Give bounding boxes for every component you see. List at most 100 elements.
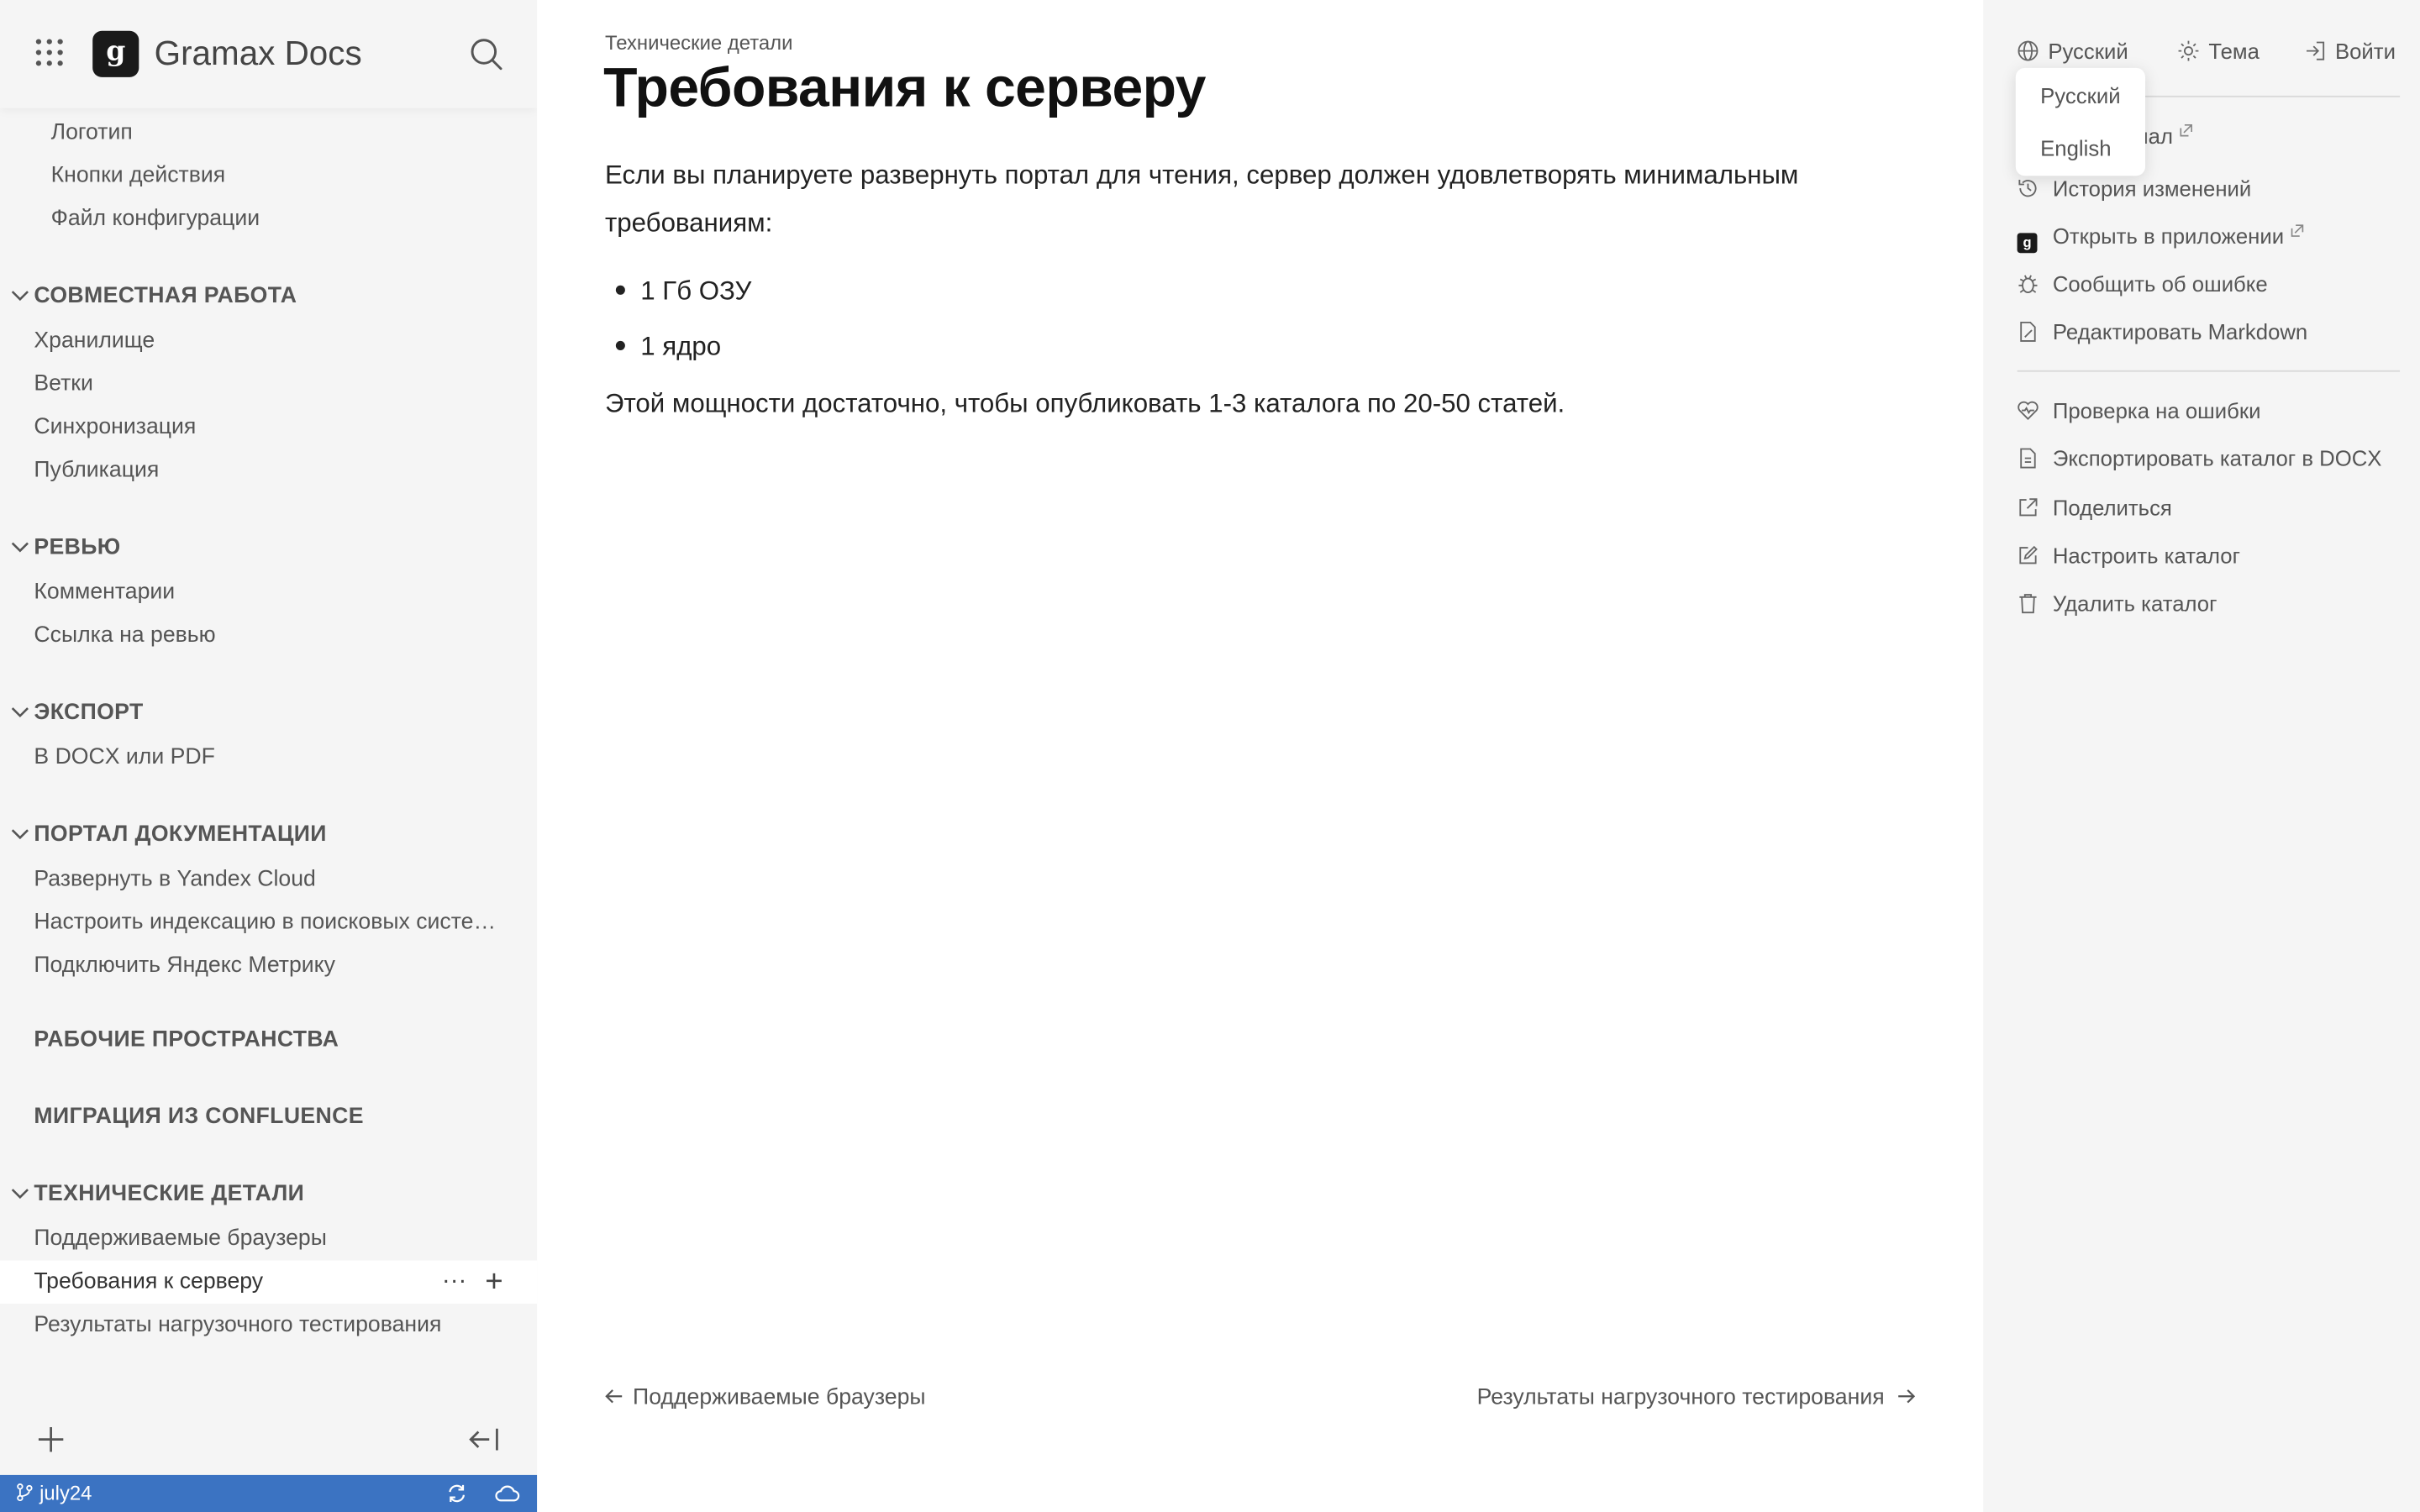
language-label: Русский bbox=[2048, 38, 2128, 64]
prev-article-label: Поддерживаемые браузеры bbox=[633, 1385, 926, 1410]
check-errors-link[interactable]: Проверка на ошибки bbox=[2018, 396, 2260, 424]
share-link[interactable]: Поделиться bbox=[2018, 494, 2172, 522]
outro-paragraph: Этой мощности достаточно, чтобы опублико… bbox=[604, 388, 1565, 418]
nav-section-review[interactable]: РЕВЬЮ bbox=[0, 526, 537, 569]
report-bug-label: Сообщить об ошибке bbox=[2052, 271, 2268, 297]
app-title[interactable]: Gramax Docs bbox=[155, 31, 362, 77]
export-docx-link[interactable]: Экспортировать каталог в DOCX bbox=[2018, 444, 2382, 472]
arrow-left-icon bbox=[605, 1389, 623, 1404]
search-icon[interactable] bbox=[469, 37, 502, 71]
nav-item-config-file[interactable]: Файл конфигурации bbox=[0, 197, 537, 240]
nav-item-server-requirements[interactable]: Требования к серверу ··· + bbox=[0, 1260, 538, 1305]
nav-item-yandex-cloud[interactable]: Развернуть в Yandex Cloud bbox=[0, 858, 537, 900]
nav-section-collaboration[interactable]: СОВМЕСТНАЯ РАБОТА bbox=[0, 275, 537, 318]
add-catalog-item-icon[interactable] bbox=[37, 1425, 65, 1453]
nav-item-publication[interactable]: Публикация bbox=[0, 449, 537, 491]
nav-section-tech-details[interactable]: ТЕХНИЧЕСКИЕ ДЕТАЛИ bbox=[0, 1173, 537, 1215]
nav-item-label: Комментарии bbox=[34, 580, 176, 605]
nav-item-yandex-metrika[interactable]: Подключить Яндекс Метрику bbox=[0, 944, 537, 987]
gramax-app-icon: g bbox=[2017, 233, 2038, 254]
arrow-right-icon bbox=[1898, 1389, 1916, 1404]
catalog-navigation: Логотип Кнопки действия Файл конфигураци… bbox=[0, 108, 538, 1342]
theme-toggle[interactable]: Тема bbox=[2178, 37, 2260, 65]
nav-section-docs-portal[interactable]: ПОРТАЛ ДОКУМЕНТАЦИИ bbox=[0, 813, 537, 856]
login-label: Войти bbox=[2334, 38, 2396, 64]
nav-item-supported-browsers[interactable]: Поддерживаемые браузеры bbox=[0, 1217, 537, 1260]
nav-item-label: Развернуть в Yandex Cloud bbox=[34, 867, 316, 892]
configure-catalog-link[interactable]: Настроить каталог bbox=[2018, 542, 2240, 570]
delete-catalog-link[interactable]: Удалить каталог bbox=[2018, 590, 2217, 617]
nav-item-search-indexing[interactable]: Настроить индексацию в поисковых система… bbox=[0, 901, 537, 944]
language-option-english[interactable]: English bbox=[2040, 136, 2111, 160]
next-article-link[interactable]: Результаты нагрузочного тестирования bbox=[1477, 1385, 1916, 1410]
nav-item-label: Ссылка на ревью bbox=[34, 623, 216, 648]
nav-item-label: Ветки bbox=[34, 371, 93, 397]
share-icon bbox=[2019, 498, 2038, 517]
nav-item-comments[interactable]: Комментарии bbox=[0, 571, 537, 614]
nav-item-action-buttons[interactable]: Кнопки действия bbox=[0, 155, 537, 197]
apps-grid-icon[interactable] bbox=[34, 37, 65, 68]
intro-paragraph: Если вы планируете развернуть портал для… bbox=[604, 160, 1799, 238]
nav-item-label: В DOCX или PDF bbox=[34, 745, 215, 770]
open-in-app-link[interactable]: g Открыть в приложении bbox=[2017, 222, 2304, 254]
nav-item-label: Публикация bbox=[34, 458, 160, 483]
export-docx-label: Экспортировать каталог в DOCX bbox=[2052, 445, 2382, 471]
nav-section-label: ЭКСПОРТ bbox=[34, 700, 144, 726]
nav-item-label: Кнопки действия bbox=[50, 163, 226, 189]
right-panel: Русский Тема Войти История изменений g О… bbox=[1983, 0, 2420, 1512]
cloud-icon[interactable] bbox=[494, 1483, 520, 1504]
chevron-down-icon bbox=[11, 542, 29, 553]
language-dropdown: Русский English bbox=[2015, 67, 2146, 176]
nav-section-label: МИГРАЦИЯ ИЗ CONFLUENCE bbox=[34, 1105, 364, 1130]
left-sidebar: Логотип Кнопки действия Файл конфигураци… bbox=[0, 0, 538, 1512]
report-bug-link[interactable]: Сообщить об ошибке bbox=[2018, 270, 2268, 297]
nav-item-review-link[interactable]: Ссылка на ревью bbox=[0, 614, 537, 657]
nav-item-sync[interactable]: Синхронизация bbox=[0, 406, 537, 449]
list-item-text: 1 ядро bbox=[640, 331, 722, 361]
language-option-russian[interactable]: Русский bbox=[2040, 83, 2120, 108]
edit-markdown-label: Редактировать Markdown bbox=[2052, 319, 2308, 344]
collapse-sidebar-icon[interactable] bbox=[466, 1425, 500, 1453]
nav-section-export[interactable]: ЭКСПОРТ bbox=[0, 691, 537, 734]
nav-section-label: ПОРТАЛ ДОКУМЕНТАЦИИ bbox=[34, 822, 327, 848]
trash-icon bbox=[2019, 594, 2037, 614]
list-item-text: 1 Гб ОЗУ bbox=[640, 276, 752, 306]
nav-section-confluence-migration[interactable]: МИГРАЦИЯ ИЗ CONFLUENCE bbox=[0, 1095, 537, 1138]
nav-item-label: Требования к серверу bbox=[34, 1269, 264, 1295]
history-link[interactable]: История изменений bbox=[2018, 175, 2251, 202]
nav-item-docx-pdf[interactable]: В DOCX или PDF bbox=[0, 736, 537, 779]
nav-item-branches[interactable]: Ветки bbox=[0, 363, 537, 406]
nav-item-label: Файл конфигурации bbox=[50, 207, 260, 232]
login-button[interactable]: Войти bbox=[2304, 37, 2396, 65]
breadcrumb[interactable]: Технические детали bbox=[605, 31, 792, 55]
prev-article-link[interactable]: Поддерживаемые браузеры bbox=[605, 1385, 926, 1410]
add-article-button[interactable]: + bbox=[485, 1261, 502, 1304]
more-options-button[interactable]: ··· bbox=[442, 1261, 466, 1304]
edit-markdown-link[interactable]: Редактировать Markdown bbox=[2018, 318, 2308, 345]
globe-icon bbox=[2018, 40, 2039, 61]
divider bbox=[2017, 370, 2401, 372]
bug-icon bbox=[2018, 275, 2038, 293]
next-article-label: Результаты нагрузочного тестирования bbox=[1476, 1385, 1885, 1410]
nav-item-load-test-results[interactable]: Результаты нагрузочного тестирования bbox=[0, 1304, 537, 1342]
nav-item-storage[interactable]: Хранилище bbox=[0, 319, 537, 362]
bullet-dot bbox=[615, 285, 625, 295]
branch-switcher[interactable]: july24 bbox=[15, 1475, 92, 1512]
external-link-icon bbox=[2291, 224, 2303, 237]
nav-item-label: Поддерживаемые браузеры bbox=[34, 1226, 327, 1252]
nav-section-label: РЕВЬЮ bbox=[34, 535, 121, 560]
gramax-logo[interactable]: g bbox=[92, 30, 139, 77]
branch-name: july24 bbox=[39, 1481, 92, 1504]
nav-section-workspaces[interactable]: РАБОЧИЕ ПРОСТРАНСТВА bbox=[0, 1018, 537, 1061]
page-title: Требования к серверу bbox=[603, 55, 1206, 119]
markdown-edit-icon bbox=[2020, 321, 2036, 342]
external-link-icon bbox=[2180, 123, 2192, 137]
nav-item-label: Результаты нагрузочного тестирования bbox=[34, 1313, 442, 1338]
file-export-icon bbox=[2020, 448, 2036, 469]
nav-section-label: РАБОЧИЕ ПРОСТРАНСТВА bbox=[34, 1027, 339, 1053]
git-branch-icon bbox=[17, 1483, 33, 1502]
sun-icon bbox=[2178, 40, 2199, 61]
nav-item-logo[interactable]: Логотип bbox=[0, 111, 537, 154]
language-switcher[interactable]: Русский bbox=[2018, 37, 2128, 65]
sync-icon[interactable] bbox=[446, 1483, 468, 1504]
